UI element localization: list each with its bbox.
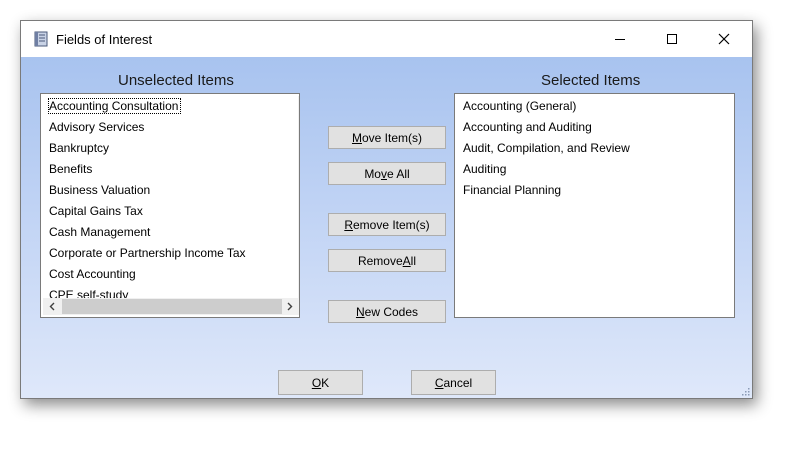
unselected-heading: Unselected Items [118, 72, 234, 89]
vertical-scrollbar[interactable] [298, 96, 300, 299]
list-item[interactable]: Cost Accounting [43, 264, 299, 285]
list-item[interactable]: Advisory Services [43, 117, 299, 138]
resize-grip-icon[interactable] [740, 386, 750, 396]
minimize-icon [615, 39, 625, 40]
list-item[interactable]: Financial Planning [457, 180, 734, 201]
minimize-button[interactable] [597, 21, 643, 57]
scroll-left-button[interactable] [43, 298, 60, 315]
new-codes-button[interactable]: New Codes [328, 300, 446, 323]
dialog-window: Fields of Interest Unselected Items Sele… [20, 20, 753, 399]
chevron-right-icon [287, 302, 292, 311]
list-item[interactable]: Bankruptcy [43, 138, 299, 159]
chevron-left-icon [49, 302, 54, 311]
move-all-button[interactable]: Mo v e All [328, 162, 446, 185]
list-item[interactable]: Auditing [457, 159, 734, 180]
maximize-button[interactable] [649, 21, 695, 57]
remove-items-button[interactable]: Remove Item(s) [328, 213, 446, 236]
list-item[interactable]: Corporate or Partnership Income Tax [43, 243, 299, 264]
dialog-client-area: Unselected Items Selected Items Accounti… [21, 57, 752, 398]
horizontal-scroll-thumb[interactable] [62, 299, 282, 314]
title-bar[interactable]: Fields of Interest [21, 21, 752, 57]
maximize-icon [667, 34, 677, 44]
window-title: Fields of Interest [56, 32, 153, 47]
list-item[interactable]: Business Valuation [43, 180, 299, 201]
vertical-scroll-thumb[interactable] [299, 115, 300, 148]
move-items-button[interactable]: Move Item(s) [328, 126, 446, 149]
selected-listbox[interactable]: Accounting (General) Accounting and Audi… [454, 93, 735, 318]
scroll-right-button[interactable] [281, 298, 298, 315]
close-button[interactable] [701, 21, 747, 57]
list-item[interactable]: Audit, Compilation, and Review [457, 138, 734, 159]
ok-button[interactable]: OK [278, 370, 363, 395]
close-icon [718, 33, 730, 45]
list-item[interactable]: Accounting (General) [457, 96, 734, 117]
unselected-listbox[interactable]: Accounting Consultation Advisory Service… [40, 93, 300, 318]
list-item[interactable]: Accounting Consultation [43, 96, 299, 117]
list-item[interactable]: Accounting and Auditing [457, 117, 734, 138]
scrollbar-corner [298, 298, 299, 315]
list-item[interactable]: Cash Management [43, 222, 299, 243]
horizontal-scrollbar[interactable] [43, 298, 298, 315]
scroll-up-button[interactable] [298, 96, 299, 113]
app-icon [34, 31, 48, 47]
list-item[interactable]: Capital Gains Tax [43, 201, 299, 222]
cancel-button[interactable]: Cancel [411, 370, 496, 395]
list-item[interactable]: Benefits [43, 159, 299, 180]
selected-heading: Selected Items [541, 72, 641, 89]
remove-all-button[interactable]: Remove All [328, 249, 446, 272]
scroll-down-button[interactable] [298, 278, 299, 295]
